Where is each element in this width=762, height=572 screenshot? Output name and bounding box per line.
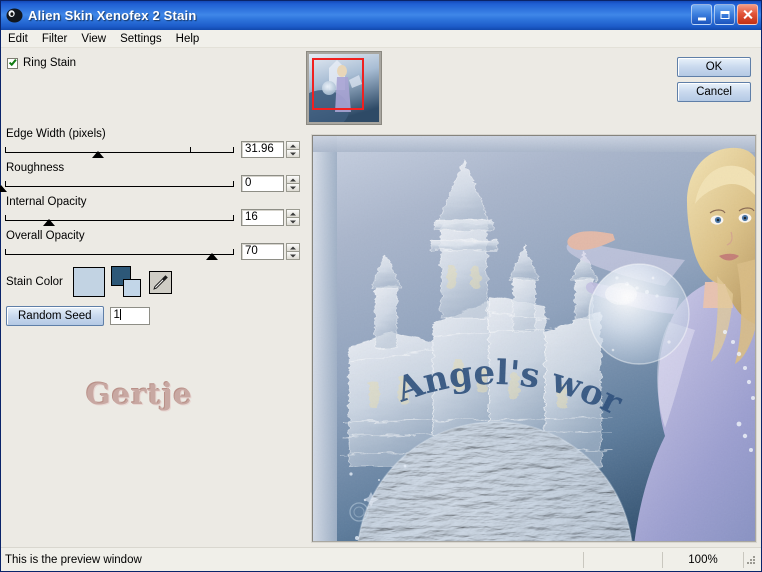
main-area: Ring Stain Edge Width (pixels) 31.96 Rou…	[0, 48, 761, 547]
slider-thumb[interactable]	[0, 185, 7, 192]
slider-thumb[interactable]	[91, 151, 104, 158]
window-title: Alien Skin Xenofex 2 Stain	[28, 8, 197, 23]
roughness-stepper[interactable]	[286, 175, 300, 192]
stepper-down[interactable]	[286, 217, 300, 226]
random-seed-button[interactable]: Random Seed	[6, 306, 104, 326]
roughness-value[interactable]: 0	[241, 175, 284, 192]
window-controls	[691, 4, 758, 25]
random-seed-row: Random Seed 1	[6, 306, 150, 326]
title-bar: Alien Skin Xenofex 2 Stain	[1, 1, 761, 30]
stain-color-swatch[interactable]	[72, 267, 105, 297]
slider-track[interactable]	[5, 147, 234, 153]
slider-label: Internal Opacity	[6, 196, 87, 208]
cancel-button[interactable]: Cancel	[677, 82, 751, 102]
ok-button[interactable]: OK	[677, 57, 751, 77]
stain-color-label: Stain Color	[6, 276, 63, 288]
ring-stain-label: Ring Stain	[23, 57, 77, 69]
slider-thumb[interactable]	[206, 253, 219, 260]
status-bar: This is the preview window 100%	[1, 547, 761, 571]
application-window: Alien Skin Xenofex 2 Stain Edit Filter V…	[0, 0, 762, 572]
overall-opacity-value[interactable]: 70	[241, 243, 284, 260]
menu-filter[interactable]: Filter	[35, 31, 75, 47]
navigator-selection-rect[interactable]	[312, 58, 364, 110]
status-divider-1	[583, 551, 584, 568]
slider-label: Edge Width (pixels)	[6, 128, 106, 140]
slider-label: Overall Opacity	[6, 230, 85, 242]
artist-watermark: Gertje	[86, 377, 193, 411]
stepper-up[interactable]	[286, 209, 300, 217]
foreground-background-swatches[interactable]	[110, 266, 144, 298]
stepper-down[interactable]	[286, 183, 300, 192]
alien-eye-icon	[5, 6, 24, 25]
close-button[interactable]	[737, 4, 758, 25]
overall-opacity-stepper[interactable]	[286, 243, 300, 260]
minimize-button[interactable]	[691, 4, 712, 25]
random-seed-input[interactable]: 1	[109, 307, 150, 325]
resize-grip[interactable]	[744, 553, 758, 567]
preview-canvas[interactable]: Angel's world	[313, 136, 755, 541]
internal-opacity-stepper[interactable]	[286, 209, 300, 226]
artwork: Angel's world	[313, 136, 755, 541]
status-message: This is the preview window	[5, 553, 142, 566]
background-color-swatch[interactable]	[122, 279, 141, 297]
stain-color-row: Stain Color	[6, 266, 172, 298]
slider-label: Roughness	[6, 162, 65, 174]
navigator-thumbnail[interactable]	[306, 51, 382, 125]
menu-settings[interactable]: Settings	[113, 31, 169, 47]
zoom-level: 100%	[688, 553, 718, 566]
menu-help[interactable]: Help	[169, 31, 207, 47]
slider-track[interactable]	[5, 181, 234, 187]
stepper-down[interactable]	[286, 149, 300, 158]
ring-stain-checkbox[interactable]	[7, 57, 18, 69]
preview-window[interactable]: Angel's world	[311, 134, 757, 543]
stepper-down[interactable]	[286, 251, 300, 260]
menu-edit[interactable]: Edit	[1, 31, 35, 47]
edge-width-value[interactable]: 31.96	[241, 141, 284, 158]
stepper-up[interactable]	[286, 141, 300, 149]
menu-view[interactable]: View	[74, 31, 113, 47]
eyedropper-icon[interactable]	[148, 270, 172, 294]
ring-stain-checkbox-row[interactable]: Ring Stain	[7, 57, 76, 69]
slider-thumb[interactable]	[43, 219, 56, 226]
stepper-up[interactable]	[286, 243, 300, 251]
edge-width-stepper[interactable]	[286, 141, 300, 158]
slider-track[interactable]	[5, 215, 234, 221]
dialog-actions: OK Cancel	[677, 57, 751, 107]
menu-bar: Edit Filter View Settings Help	[1, 30, 761, 48]
internal-opacity-value[interactable]: 16	[241, 209, 284, 226]
stepper-up[interactable]	[286, 175, 300, 183]
settings-panel: Ring Stain Edge Width (pixels) 31.96 Rou…	[0, 48, 303, 547]
maximize-button[interactable]	[714, 4, 735, 25]
slider-track[interactable]	[5, 249, 234, 255]
